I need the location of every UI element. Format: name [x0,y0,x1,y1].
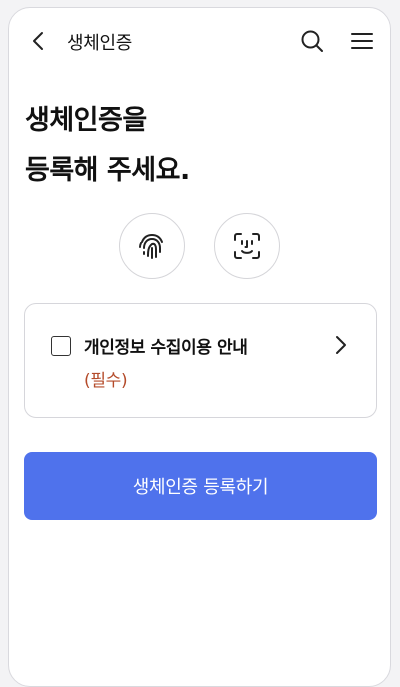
privacy-consent-card[interactable]: 개인정보 수집이용 안내 (필수) [24,303,377,418]
app-screen: 생체인증 생체인증을 등록해 주세요. 개인정보 수집이용 안내 (필수) 생체… [8,7,391,687]
face-id-button[interactable] [214,213,280,279]
consent-checkbox[interactable] [51,336,71,356]
consent-title: 개인정보 수집이용 안내 [84,338,248,358]
chevron-left-icon[interactable] [28,30,50,52]
page-title: 생체인증 [67,33,133,54]
hamburger-menu-icon[interactable] [350,30,374,52]
top-app-bar: 생체인증 [9,8,390,74]
required-label: (필수) [84,371,128,391]
face-id-icon [234,233,260,259]
search-icon[interactable] [300,29,324,53]
headline-line-1: 생체인증을 [25,105,147,136]
headline-line-2: 등록해 주세요. [25,155,190,186]
register-biometric-button[interactable]: 생체인증 등록하기 [24,452,377,520]
fingerprint-icon [139,233,163,259]
fingerprint-button[interactable] [119,213,185,279]
headline: 생체인증을 등록해 주세요. [25,96,190,196]
chevron-right-icon[interactable] [331,333,351,357]
